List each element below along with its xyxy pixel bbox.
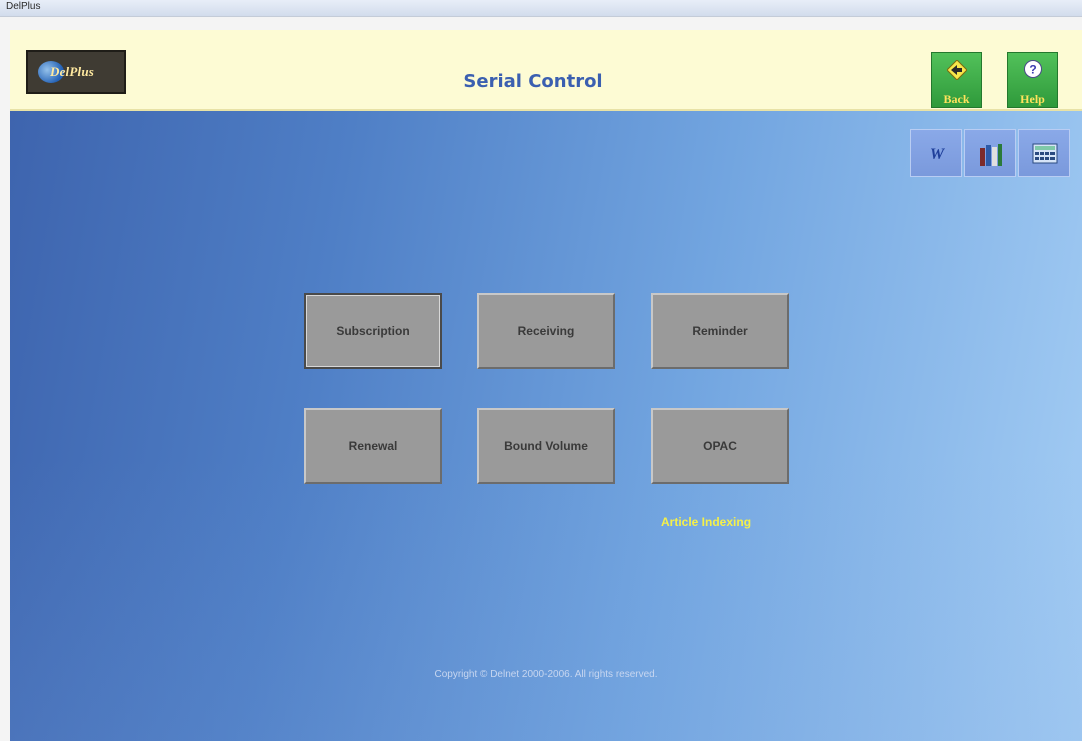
back-button[interactable]: Back <box>931 52 982 108</box>
window-title: DelPlus <box>6 1 41 12</box>
reminder-button[interactable]: Reminder <box>651 293 789 369</box>
help-label: Help <box>1020 92 1045 106</box>
subscription-button[interactable]: Subscription <box>304 293 442 369</box>
main-panel: DelPlus Serial Control Back ? Help W Sub… <box>10 30 1082 741</box>
app-window: DelPlus DelPlus Serial Control Back ? He… <box>0 0 1082 741</box>
word-tool-button[interactable]: W <box>910 129 962 177</box>
quick-tools: W <box>910 129 1070 177</box>
article-indexing-link[interactable]: Article Indexing <box>661 515 751 529</box>
calculator-tool-button[interactable] <box>1018 129 1070 177</box>
renewal-button[interactable]: Renewal <box>304 408 442 484</box>
calculator-icon <box>1032 143 1058 164</box>
back-arrow-icon <box>947 60 967 80</box>
books-icon <box>980 144 1002 166</box>
help-icon: ? <box>1024 60 1042 78</box>
copyright-text: Copyright © Delnet 2000-2006. All rights… <box>434 669 658 680</box>
books-tool-button[interactable] <box>964 129 1016 177</box>
receiving-button[interactable]: Receiving <box>477 293 615 369</box>
header-bar: DelPlus Serial Control Back ? Help <box>10 30 1082 111</box>
bound-volume-button[interactable]: Bound Volume <box>477 408 615 484</box>
page-title: Serial Control <box>463 71 603 92</box>
back-label: Back <box>943 92 970 106</box>
word-icon: W <box>930 146 946 163</box>
svg-text:?: ? <box>1029 63 1036 77</box>
title-bar[interactable]: DelPlus <box>0 0 1082 17</box>
word-glyph: W <box>930 146 946 163</box>
opac-button[interactable]: OPAC <box>651 408 789 484</box>
help-button[interactable]: ? Help <box>1007 52 1058 108</box>
